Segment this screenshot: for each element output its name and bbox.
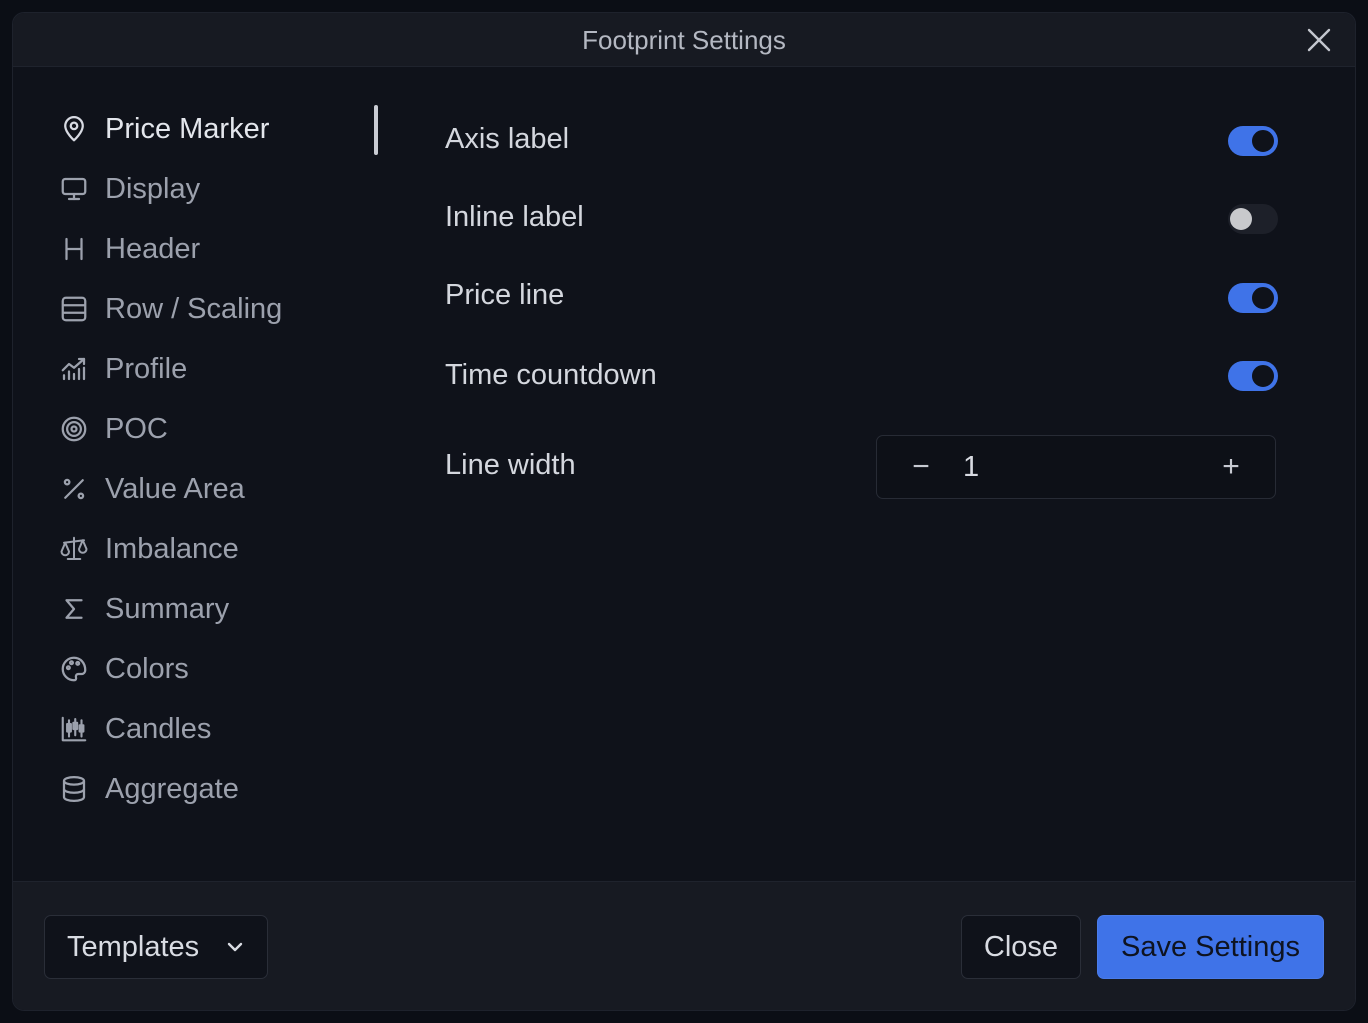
templates-label: Templates <box>67 931 200 963</box>
sidebar-item-label: Display <box>105 172 201 205</box>
chevron-down-icon <box>227 942 243 952</box>
close-button[interactable]: Close <box>961 915 1081 979</box>
database-icon <box>59 772 93 806</box>
decrement-button[interactable]: − <box>891 436 951 498</box>
sidebar-item-label: Profile <box>105 352 188 385</box>
time-countdown-label: Time countdown <box>445 359 657 391</box>
price-line-toggle[interactable] <box>1228 283 1278 313</box>
increment-button[interactable]: + <box>1201 436 1261 498</box>
toggle-knob <box>1252 287 1274 309</box>
active-indicator <box>374 105 378 155</box>
sidebar-item-label: Row / Scaling <box>105 292 283 325</box>
sidebar-item-label: Candles <box>105 712 212 745</box>
save-settings-button[interactable]: Save Settings <box>1097 915 1324 979</box>
toggle-knob <box>1252 365 1274 387</box>
footprint-settings-dialog: Footprint Settings Price Marker Display <box>12 12 1356 1011</box>
sidebar-item-colors[interactable]: Colors <box>59 647 189 691</box>
sidebar-item-summary[interactable]: Summary <box>59 587 229 631</box>
sidebar-item-imbalance[interactable]: Imbalance <box>59 527 239 571</box>
sidebar-item-display[interactable]: Display <box>59 167 200 211</box>
sidebar-item-row-scaling[interactable]: Row / Scaling <box>59 287 282 331</box>
sidebar-item-candles[interactable]: Candles <box>59 707 211 751</box>
time-countdown-toggle[interactable] <box>1228 361 1278 391</box>
sidebar-item-label: Colors <box>105 652 189 685</box>
inline-label-toggle[interactable] <box>1228 204 1278 234</box>
line-width-label: Line width <box>445 449 576 481</box>
rows-icon <box>59 292 93 326</box>
settings-content: Axis label Inline label Price line Time … <box>393 67 1355 882</box>
palette-icon <box>59 652 93 686</box>
close-icon[interactable] <box>1303 24 1335 56</box>
toggle-knob <box>1252 130 1274 152</box>
settings-sidebar: Price Marker Display Header Row / Scalin… <box>13 67 393 882</box>
dialog-titlebar: Footprint Settings <box>13 13 1355 67</box>
dialog-title: Footprint Settings <box>582 25 786 55</box>
sidebar-item-label: POC <box>105 412 168 445</box>
toggle-knob <box>1230 208 1252 230</box>
axis-label-toggle[interactable] <box>1228 126 1278 156</box>
line-width-stepper[interactable]: − 1 + <box>876 435 1276 499</box>
monitor-icon <box>59 172 93 206</box>
sidebar-item-label: Imbalance <box>105 532 239 565</box>
templates-dropdown[interactable]: Templates <box>44 915 268 979</box>
sidebar-item-label: Price Marker <box>105 112 270 145</box>
sidebar-item-label: Header <box>105 232 201 265</box>
sidebar-item-poc[interactable]: POC <box>59 407 168 451</box>
sidebar-item-label: Summary <box>105 592 230 625</box>
map-pin-icon <box>59 112 93 146</box>
percent-icon <box>59 472 93 506</box>
chart-bars-icon <box>59 352 93 386</box>
sigma-icon <box>59 592 93 626</box>
line-width-value[interactable]: 1 <box>963 436 979 498</box>
heading-icon <box>59 232 93 266</box>
dialog-footer: Templates Close Save Settings <box>13 881 1355 1010</box>
target-icon <box>59 412 93 446</box>
sidebar-item-profile[interactable]: Profile <box>59 347 187 391</box>
inline-label-label: Inline label <box>445 201 584 233</box>
scale-icon <box>59 532 93 566</box>
axis-label-label: Axis label <box>445 123 570 155</box>
sidebar-item-label: Aggregate <box>105 772 239 805</box>
sidebar-item-aggregate[interactable]: Aggregate <box>59 767 239 811</box>
candlestick-icon <box>59 712 93 746</box>
sidebar-item-label: Value Area <box>105 472 245 505</box>
price-line-label: Price line <box>445 279 565 311</box>
sidebar-item-header[interactable]: Header <box>59 227 200 271</box>
sidebar-item-value-area[interactable]: Value Area <box>59 467 245 511</box>
sidebar-item-price-marker[interactable]: Price Marker <box>59 107 269 151</box>
